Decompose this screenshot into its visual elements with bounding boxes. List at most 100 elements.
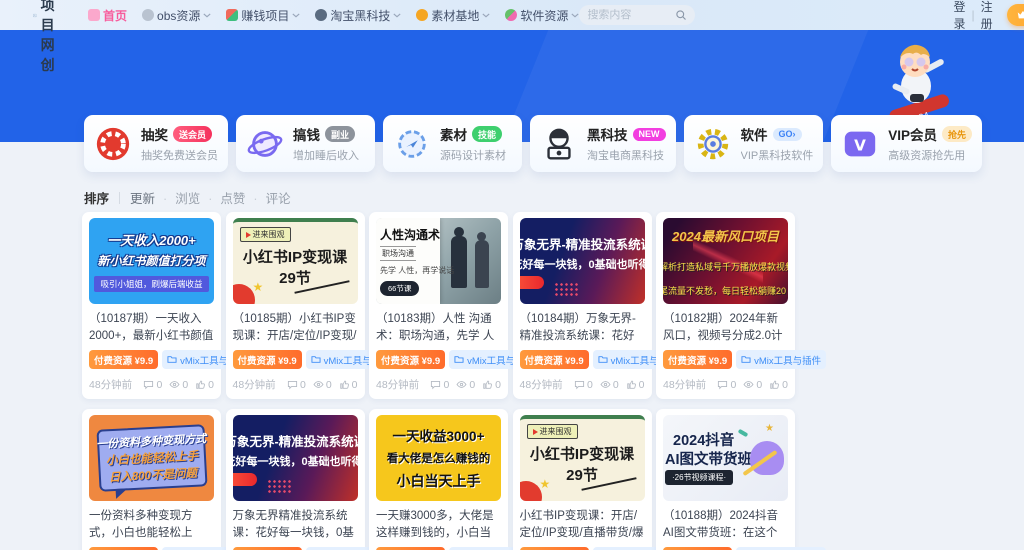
price-tag: 付费资源 ¥9.9: [663, 350, 732, 369]
card-title[interactable]: 万象无界精准投流系统课：花好每一块钱，0基础也听得懂（…: [233, 508, 358, 541]
divider: |: [971, 8, 974, 22]
feature-badge: 送会员: [173, 126, 212, 142]
content-card[interactable]: 一份资料多种变现方式 小白也能轻松上手 日入800不是问题 一份资料多种变现方式…: [82, 409, 221, 550]
card-thumbnail[interactable]: 2024抖音 AI图文带货班 ·26节视频课程· ★: [663, 415, 788, 501]
feature-blacktech[interactable]: 黑科技 NEW 淘宝电商黑科技: [530, 115, 676, 172]
feature-material[interactable]: 素材 技能 源码设计素材: [383, 115, 522, 172]
top-navbar: 小白项目网创 首页 obs资源 赚钱项目 淘宝黑科技 素材基地 软: [0, 0, 1024, 30]
feature-desc: 源码设计素材: [440, 147, 506, 163]
card-title[interactable]: 小红书IP变现课：开店/定位/IP变现/直播带货/爆款打造/涨价…: [520, 508, 645, 541]
like-count: 0: [769, 379, 788, 391]
person-icon: [315, 9, 327, 21]
login-link[interactable]: 登录: [953, 0, 965, 32]
play-icon: [246, 232, 251, 238]
nav-item-obs[interactable]: obs资源: [142, 7, 211, 24]
price-tag: 付费资源 ¥9.9: [233, 350, 302, 369]
content-card[interactable]: 进来围观 小红书IP变现课 29节 ★ 小红书IP变现课：开店/定位/IP变现/…: [513, 409, 652, 550]
content-grid: 一天收入2000+ 新小红书颜值打分项 吸引小姐姐，刷爆后端收益 （10187期…: [82, 212, 796, 550]
like-count: 0: [339, 379, 358, 391]
post-time: 48分钟前: [233, 377, 276, 392]
card-title[interactable]: （10185期）小红书IP变现课：开店/定位/IP变现/直播带货/…: [233, 311, 358, 344]
blocks-icon: [226, 9, 238, 21]
nav-item-taobao[interactable]: 淘宝黑科技: [315, 7, 401, 24]
like-count: 0: [626, 379, 645, 391]
feature-lottery[interactable]: 抽奖 送会员 抽奖免费送会员: [84, 115, 228, 172]
search-input[interactable]: [587, 9, 675, 21]
card-title[interactable]: （10187期）一天收入2000+，最新小红书颜值打分项目，吸…: [89, 311, 214, 344]
card-title[interactable]: （10182期）2024年新风口，视频号分成2.0计划，多种玩…: [663, 311, 788, 344]
search-icon[interactable]: [675, 9, 687, 21]
tool-tag[interactable]: vMix工具与插件: [736, 350, 826, 369]
folder-icon: [454, 355, 464, 364]
sort-option-likes[interactable]: 点赞: [200, 188, 245, 207]
watch-badge: 进来围观: [527, 424, 578, 439]
feature-money[interactable]: 搞钱 副业 增加睡后收入: [236, 115, 375, 172]
eye-icon: [456, 379, 467, 390]
feature-desc: VIP黑科技软件: [741, 147, 814, 163]
sort-bar: 排序 更新 浏览 点赞 评论: [84, 188, 291, 207]
card-title[interactable]: （10183期）人性 沟通术：职场沟通，先学 人性，再学说…: [376, 311, 501, 344]
thumb-up-icon: [626, 379, 637, 390]
card-title[interactable]: 一份资料多种变现方式，小白也能轻松上手，日入800不是问题: [89, 508, 214, 541]
thumb-up-icon: [769, 379, 780, 390]
content-card[interactable]: 2024最新风口项目 解析打造私域号千万播放爆款视频 尾流量不发愁，每日轻松躺赚…: [656, 212, 795, 399]
search-box[interactable]: [579, 5, 695, 25]
open-vip-button[interactable]: 开通会员: [1007, 4, 1024, 26]
feature-shortcuts: 抽奖 送会员 抽奖免费送会员 搞钱 副业 增加睡后收入 素材 技能: [84, 115, 982, 172]
like-count: 0: [482, 379, 501, 391]
content-card[interactable]: 一天收入2000+ 新小红书颜值打分项 吸引小姐姐，刷爆后端收益 （10187期…: [82, 212, 221, 399]
card-thumbnail[interactable]: 一份资料多种变现方式 小白也能轻松上手 日入800不是问题: [89, 415, 214, 501]
comment-count: 0: [143, 379, 162, 391]
view-count: 0: [169, 379, 188, 391]
card-thumbnail[interactable]: 进来围观 小红书IP变现课 29节 ★: [520, 415, 645, 501]
card-title[interactable]: 一天赚3000多，大佬是这样赚到钱的，小白当天上手，穷人…: [376, 508, 501, 541]
feature-badge: 技能: [472, 126, 502, 142]
card-title[interactable]: （10188期）2024抖音AI图文带货班：在这个赛道上 乘风破…: [663, 508, 788, 541]
nav-item-home[interactable]: 首页: [88, 7, 127, 24]
card-thumbnail[interactable]: 万象无界-精准投流系统课 花好每一块钱，0基础也听得懂: [233, 415, 358, 501]
site-logo[interactable]: 小白项目网创: [33, 0, 64, 75]
comment-icon: [287, 379, 298, 390]
content-card[interactable]: 一天收益3000+ 看大佬是怎么赚钱的 小白当天上手 一天赚3000多，大佬是这…: [369, 409, 508, 550]
card-thumbnail[interactable]: 2024最新风口项目 解析打造私域号千万播放爆款视频 尾流量不发愁，每日轻松躺赚…: [663, 218, 788, 304]
view-count: 0: [456, 379, 475, 391]
nav-item-projects[interactable]: 赚钱项目: [226, 7, 300, 24]
feature-title: 软件: [741, 124, 768, 144]
card-title[interactable]: （10184期）万象无界-精准投流系统课：花好 每一块钱，0…: [520, 311, 645, 344]
feature-desc: 高级资源抢先用: [888, 147, 972, 163]
view-count: 0: [743, 379, 762, 391]
content-card[interactable]: 万象无界-精准投流系统课 花好每一块钱，0基础也听得懂 万象无界精准投流系统课：…: [226, 409, 365, 550]
chevron-down-icon: [482, 13, 490, 18]
planet-icon: [246, 125, 284, 163]
content-card[interactable]: 2024抖音 AI图文带货班 ·26节视频课程· ★ （10188期）2024抖…: [656, 409, 795, 550]
content-card[interactable]: 万象无界-精准投流系统课 花好每一块钱，0基础也听得懂 （10184期）万象无界…: [513, 212, 652, 399]
nav-item-software[interactable]: 软件资源: [505, 7, 579, 24]
content-card[interactable]: 进来围观 小红书IP变现课 29节 ★ （10185期）小红书IP变现课：开店/…: [226, 212, 365, 399]
card-thumbnail[interactable]: 人性沟通术 职场沟通 先学 人性，再学说话 66节课: [376, 218, 501, 304]
feature-title: 抽奖: [141, 124, 168, 144]
content-card[interactable]: 人性沟通术 职场沟通 先学 人性，再学说话 66节课 （10183期）人性 沟通…: [369, 212, 508, 399]
thumb-up-icon: [339, 379, 350, 390]
feature-badge: GO›: [773, 128, 802, 141]
card-thumbnail[interactable]: 一天收益3000+ 看大佬是怎么赚钱的 小白当天上手: [376, 415, 501, 501]
comment-count: 0: [574, 379, 593, 391]
nav-item-material[interactable]: 素材基地: [416, 7, 490, 24]
folder-icon: [167, 355, 177, 364]
price-tag: 付费资源 ¥9.9: [376, 350, 445, 369]
chevron-down-icon: [571, 13, 579, 18]
register-link[interactable]: 注册: [981, 0, 993, 32]
feature-software[interactable]: 软件 GO› VIP黑科技软件: [684, 115, 824, 172]
feature-vip[interactable]: V VIP会员 抢先 高级资源抢先用: [831, 115, 982, 172]
card-thumbnail[interactable]: 一天收入2000+ 新小红书颜值打分项 吸引小姐姐，刷爆后端收益: [89, 218, 214, 304]
home-icon: [88, 9, 100, 21]
like-count: 0: [195, 379, 214, 391]
sort-option-update[interactable]: 更新: [130, 188, 155, 207]
card-thumbnail[interactable]: 万象无界-精准投流系统课 花好每一块钱，0基础也听得懂: [520, 218, 645, 304]
card-thumbnail[interactable]: 进来围观 小红书IP变现课 29节 ★: [233, 218, 358, 304]
post-time: 48分钟前: [89, 377, 132, 392]
sort-option-comments[interactable]: 评论: [245, 188, 290, 207]
eye-icon: [313, 379, 324, 390]
chevron-down-icon: [203, 13, 211, 18]
sort-option-views[interactable]: 浏览: [155, 188, 200, 207]
main-nav: 首页 obs资源 赚钱项目 淘宝黑科技 素材基地 软件资源: [88, 7, 579, 24]
